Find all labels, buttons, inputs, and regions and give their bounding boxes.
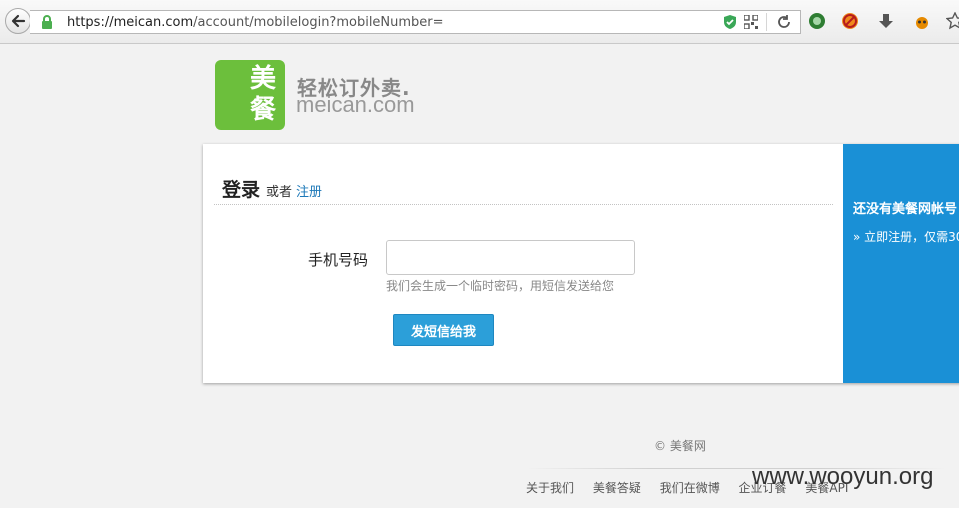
back-arrow-icon xyxy=(11,14,26,28)
adblock-icon[interactable] xyxy=(841,12,859,30)
copyright: © 美餐网 xyxy=(654,439,706,453)
url-text[interactable]: https://meican.com/account/mobilelogin?m… xyxy=(67,15,444,30)
url-separator xyxy=(766,13,767,31)
qr-code-icon[interactable] xyxy=(744,15,758,29)
signup-side-panel: 还没有美餐网帐号 » 立即注册，仅需30 xyxy=(843,144,959,383)
shield-icon[interactable] xyxy=(723,14,737,30)
back-button[interactable] xyxy=(5,8,31,34)
meican-logo[interactable]: 美 餐 xyxy=(215,60,285,130)
login-title: 登录 xyxy=(222,179,261,201)
footer-link-about[interactable]: 关于我们 xyxy=(526,481,574,495)
extension-icon[interactable] xyxy=(808,12,826,30)
firebug-icon[interactable] xyxy=(913,12,931,30)
phone-hint: 我们会生成一个临时密码，用短信发送给您 xyxy=(386,279,615,293)
url-host: https://meican.com xyxy=(67,15,194,30)
logo-domain: meican.com xyxy=(296,92,415,117)
browser-toolbar: https://meican.com/account/mobilelogin?m… xyxy=(0,0,959,44)
logo-char-mei: 美 xyxy=(250,64,277,94)
side-title: 还没有美餐网帐号 xyxy=(853,202,958,217)
bookmark-star-icon[interactable] xyxy=(946,12,959,30)
phone-label: 手机号码 xyxy=(308,251,369,269)
login-panel: 登录 或者 注册 手机号码 我们会生成一个临时密码，用短信发送给您 发短信给我 … xyxy=(203,144,959,383)
reload-icon[interactable] xyxy=(776,14,792,30)
send-sms-button[interactable]: 发短信给我 xyxy=(393,314,494,346)
url-path: /account/mobilelogin?mobileNumber= xyxy=(193,15,444,30)
or-text: 或者 xyxy=(266,185,293,200)
logo-char-can: 餐 xyxy=(250,95,277,125)
footer-link-weibo[interactable]: 我们在微博 xyxy=(660,481,720,495)
download-icon[interactable] xyxy=(877,12,895,30)
footer-link-faq[interactable]: 美餐答疑 xyxy=(593,481,641,495)
lock-icon xyxy=(42,15,52,29)
address-bar[interactable]: https://meican.com/account/mobilelogin?m… xyxy=(30,10,801,34)
title-divider xyxy=(214,204,833,205)
side-register-link[interactable]: » 立即注册，仅需30 xyxy=(853,228,959,245)
phone-input[interactable] xyxy=(386,240,635,275)
register-link[interactable]: 注册 xyxy=(296,181,322,200)
watermark: www.wooyun.org xyxy=(752,463,934,490)
